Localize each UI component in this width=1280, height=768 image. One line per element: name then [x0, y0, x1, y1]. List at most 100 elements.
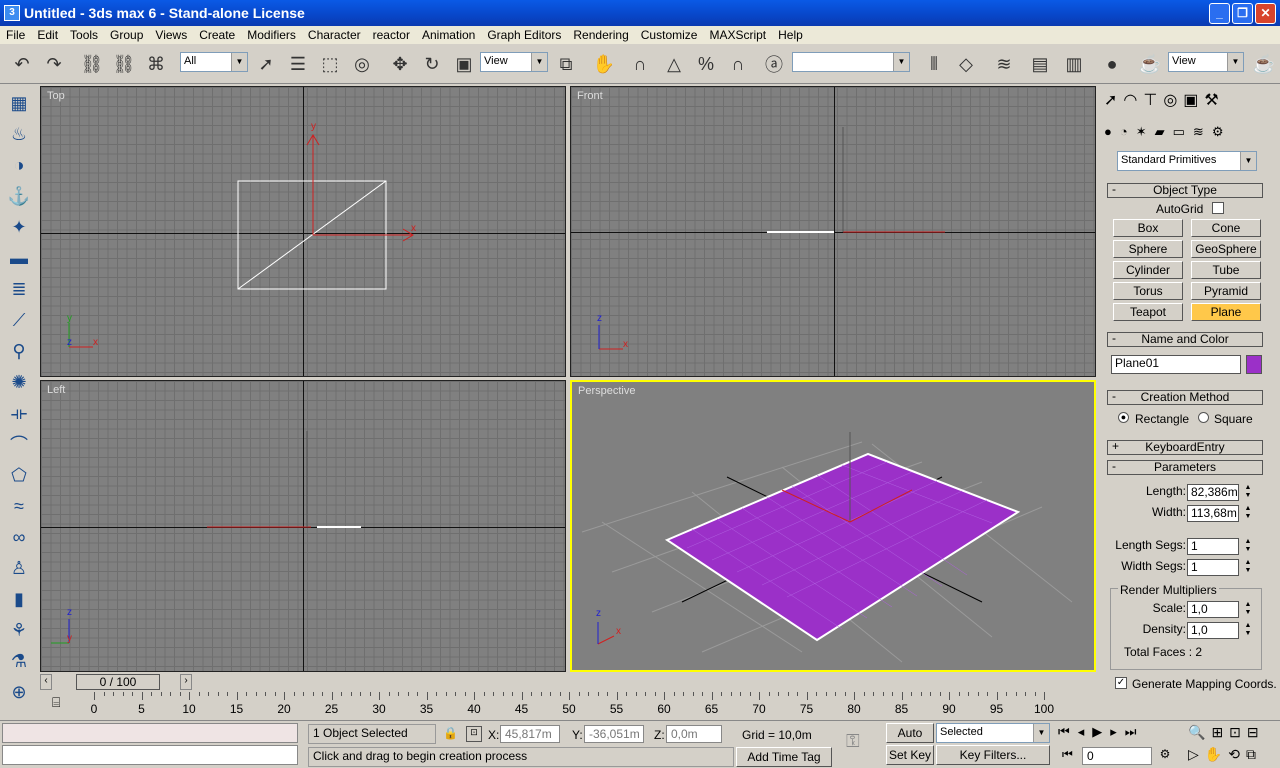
sphere-button[interactable]: Sphere: [1113, 240, 1183, 258]
menu-help[interactable]: Help: [772, 28, 809, 42]
field-of-view-icon[interactable]: ▷: [1188, 746, 1199, 763]
preview-icon[interactable]: ▮: [4, 585, 34, 613]
unlink-icon[interactable]: ⛓: [110, 50, 138, 78]
tube-button[interactable]: Tube: [1191, 261, 1261, 279]
width-segs-spinner[interactable]: ▲ ▼: [1243, 559, 1253, 576]
render-scene-icon[interactable]: ☕: [1136, 50, 1164, 78]
material-editor-icon[interactable]: ●: [1098, 50, 1126, 78]
rotate-icon[interactable]: ↻: [418, 50, 446, 78]
viewport-perspective[interactable]: Perspective z x: [570, 380, 1096, 672]
move-icon[interactable]: ✥: [386, 50, 414, 78]
scale-spinner[interactable]: ▲ ▼: [1243, 601, 1253, 618]
box-button[interactable]: Box: [1113, 219, 1183, 237]
soft-body-icon[interactable]: ◑: [4, 151, 34, 179]
zoom-icon[interactable]: 🔍: [1188, 724, 1205, 741]
window-crossing-icon[interactable]: ◎: [348, 50, 376, 78]
cloth-icon[interactable]: ♨: [4, 120, 34, 148]
track-bar[interactable]: ⌸ 0 5 10 15 20 25 30 35 40 45 50 55 60 65 70 75 80 85 90 95…: [40, 690, 1096, 718]
square-radio[interactable]: [1198, 412, 1209, 423]
bind-space-warp-icon[interactable]: ⌘: [142, 50, 170, 78]
scale-icon[interactable]: ▣: [450, 50, 478, 78]
cone-button[interactable]: Cone: [1191, 219, 1261, 237]
minimize-button[interactable]: _: [1209, 3, 1230, 24]
geometry-icon[interactable]: ●: [1104, 124, 1112, 140]
pivot-center-icon[interactable]: ⧉: [552, 50, 580, 78]
curve-editor-icon[interactable]: ⌸: [52, 694, 60, 711]
density-spinner[interactable]: ▲ ▼: [1243, 622, 1253, 639]
menu-file[interactable]: File: [0, 28, 31, 42]
menu-maxscript[interactable]: MAXScript: [703, 28, 772, 42]
length-spinner[interactable]: ▲ ▼: [1243, 484, 1253, 501]
width-spinner[interactable]: ▲ ▼: [1243, 505, 1253, 522]
plane-button[interactable]: Plane: [1191, 303, 1261, 321]
spinner-snap-icon[interactable]: ∩: [724, 50, 752, 78]
menu-rendering[interactable]: Rendering: [567, 28, 634, 42]
object-name-input[interactable]: Plane01: [1111, 355, 1241, 374]
pyramid-button[interactable]: Pyramid: [1191, 282, 1261, 300]
menu-reactor[interactable]: reactor: [367, 28, 416, 42]
generate-mapping-checkbox[interactable]: ✓: [1115, 677, 1127, 689]
absolute-mode-icon[interactable]: ⊡: [466, 726, 482, 742]
zoom-all-icon[interactable]: ⊞: [1211, 724, 1223, 741]
next-frame-icon[interactable]: ▸: [1110, 724, 1117, 740]
manipulate-icon[interactable]: ✋: [590, 50, 618, 78]
percent-snap-icon[interactable]: %: [692, 50, 720, 78]
schematic-view-icon[interactable]: ▥: [1060, 50, 1088, 78]
scale-input[interactable]: 1,0: [1187, 601, 1239, 618]
shapes-icon[interactable]: ◔: [1120, 124, 1128, 140]
utilities-tab-icon[interactable]: ⚒: [1204, 90, 1218, 110]
arc-rotate-icon[interactable]: ⟲: [1228, 746, 1240, 763]
time-slider[interactable]: ‹ 0 / 100 ›: [40, 674, 1096, 690]
x-coord-input[interactable]: 45,817m: [500, 725, 560, 743]
pan-icon[interactable]: ✋: [1205, 746, 1222, 763]
object-color-swatch[interactable]: [1246, 355, 1262, 374]
wind-icon[interactable]: ✺: [4, 368, 34, 396]
goto-end-icon[interactable]: ⏭: [1125, 724, 1137, 740]
key-mode-toggle-icon[interactable]: ⏮: [1062, 747, 1073, 762]
track-view-icon[interactable]: ▤: [1026, 50, 1054, 78]
teapot-button[interactable]: Teapot: [1113, 303, 1183, 321]
zoom-extents-all-icon[interactable]: ⊟: [1247, 724, 1259, 741]
maxscript-listener[interactable]: [2, 723, 298, 743]
rect-selection-icon[interactable]: ⬚: [316, 50, 344, 78]
ragdoll-icon[interactable]: ♙: [4, 554, 34, 582]
named-selection-dropdown[interactable]: ▼: [792, 52, 910, 72]
motor-icon[interactable]: ⚲: [4, 337, 34, 365]
display-tab-icon[interactable]: ▣: [1183, 90, 1198, 110]
name-color-rollout[interactable]: - Name and Color: [1107, 332, 1263, 347]
hinge-icon[interactable]: ∞: [4, 523, 34, 551]
menu-character[interactable]: Character: [302, 28, 367, 42]
spring-icon[interactable]: ≣: [4, 275, 34, 303]
cameras-icon[interactable]: ▰: [1155, 124, 1165, 140]
key-mode-dropdown[interactable]: Selected ▼: [936, 723, 1050, 743]
object-type-rollout[interactable]: - Object Type: [1107, 183, 1263, 198]
select-and-link-icon[interactable]: ⛓: [78, 50, 106, 78]
current-frame-input[interactable]: 0: [1082, 747, 1152, 765]
dashpot-icon[interactable]: ⟋: [4, 306, 34, 334]
rope-icon[interactable]: ⚓: [4, 182, 34, 210]
cylinder-button[interactable]: Cylinder: [1113, 261, 1183, 279]
parameters-rollout[interactable]: - Parameters: [1107, 460, 1263, 475]
plane-icon[interactable]: ▬: [4, 244, 34, 272]
auto-key-button[interactable]: Auto Key: [886, 723, 934, 758]
align-icon[interactable]: ◇: [952, 50, 980, 78]
modify-tab-icon[interactable]: ◠: [1123, 90, 1137, 110]
fracture-icon[interactable]: ⌒: [4, 430, 34, 458]
goto-start-icon[interactable]: ⏮: [1058, 724, 1070, 740]
ref-coord-dropdown[interactable]: View ▼: [480, 52, 548, 72]
geosphere-button[interactable]: GeoSphere: [1191, 240, 1261, 258]
render-view-dropdown[interactable]: View ▼: [1168, 52, 1244, 72]
create-tab-icon[interactable]: ➚: [1104, 90, 1117, 110]
quick-render-icon[interactable]: ☕: [1250, 50, 1278, 78]
viewport-left[interactable]: Left z y: [40, 380, 566, 672]
set-key-button[interactable]: Set Key: [886, 745, 934, 765]
lights-icon[interactable]: ✶: [1136, 124, 1147, 140]
width-segs-input[interactable]: 1: [1187, 559, 1239, 576]
menu-views[interactable]: Views: [149, 28, 193, 42]
close-button[interactable]: ✕: [1255, 3, 1276, 24]
deform-mesh-icon[interactable]: ✦: [4, 213, 34, 241]
torus-button[interactable]: Torus: [1113, 282, 1183, 300]
time-slider-thumb[interactable]: 0 / 100: [76, 674, 160, 690]
select-by-name-icon[interactable]: ☰: [284, 50, 312, 78]
length-segs-input[interactable]: 1: [1187, 538, 1239, 555]
